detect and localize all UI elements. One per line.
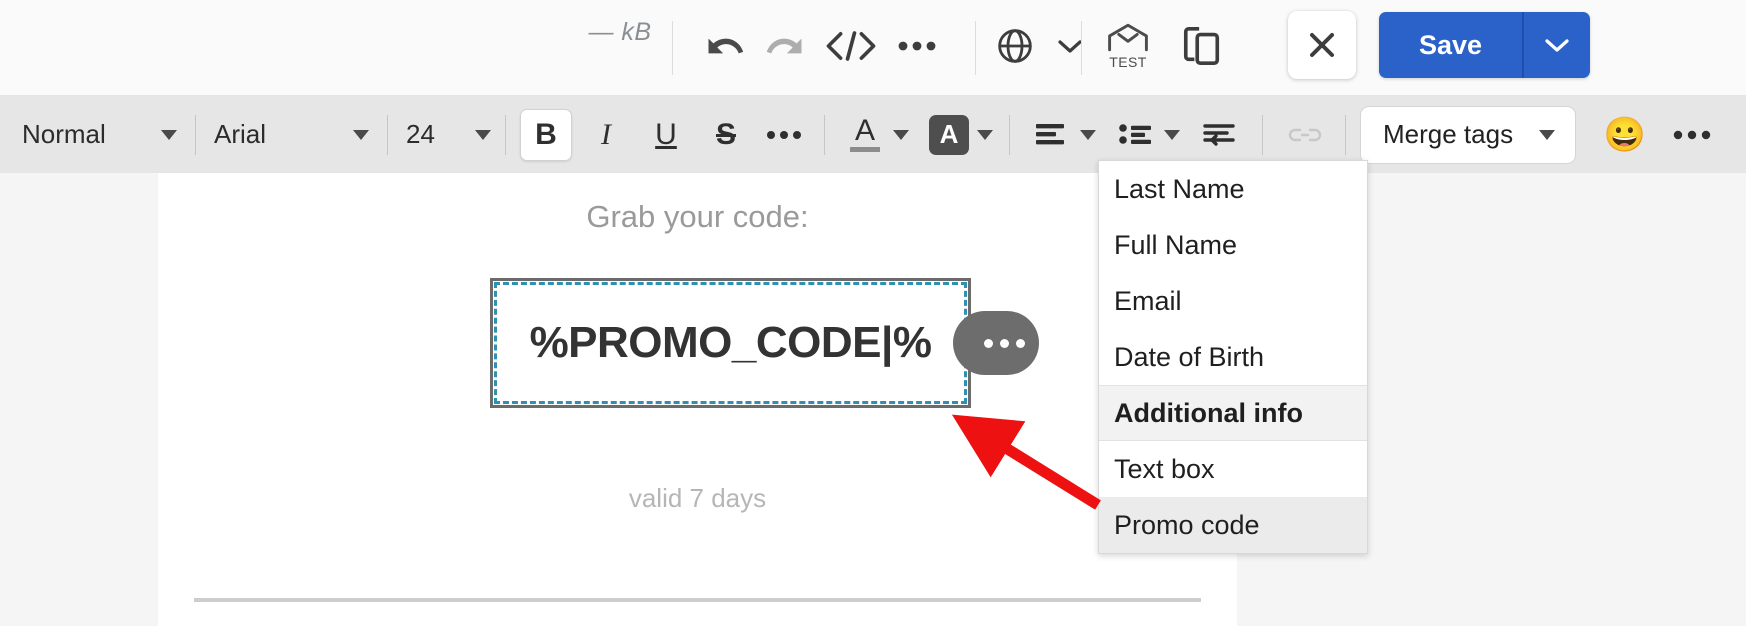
paragraph-style-dropdown[interactable]: Normal bbox=[22, 108, 177, 162]
toolbar-overflow-icon[interactable] bbox=[1666, 109, 1718, 161]
save-button[interactable]: Save bbox=[1379, 12, 1523, 78]
font-family-value: Arial bbox=[214, 119, 267, 149]
email-body-sheet[interactable]: Grab your code: %PROMO_CODE|% valid 7 da… bbox=[158, 173, 1237, 626]
link-icon[interactable] bbox=[1279, 109, 1331, 161]
strikethrough-button[interactable]: S bbox=[700, 109, 752, 161]
test-email-icon[interactable]: TEST bbox=[1095, 14, 1161, 78]
menu-item-full-name[interactable]: Full Name bbox=[1099, 217, 1367, 273]
paragraph-style-value: Normal bbox=[22, 119, 106, 149]
menu-item-email[interactable]: Email bbox=[1099, 273, 1367, 329]
code-icon[interactable] bbox=[815, 16, 887, 76]
merge-tags-dropdown-menu: Last Name Full Name Email Date of Birth … bbox=[1098, 160, 1368, 554]
undo-icon[interactable] bbox=[695, 16, 755, 76]
text-color-label: A bbox=[854, 114, 875, 147]
chevron-down-icon bbox=[353, 129, 369, 140]
font-family-dropdown[interactable]: Arial bbox=[214, 108, 369, 162]
indent-button[interactable] bbox=[1194, 109, 1246, 161]
preview-devices-icon[interactable] bbox=[1172, 16, 1232, 76]
format-divider-1 bbox=[195, 114, 196, 155]
save-button-group: Save bbox=[1379, 12, 1591, 78]
text-color-swatch bbox=[850, 147, 880, 152]
chevron-down-icon bbox=[161, 129, 177, 140]
format-divider-4 bbox=[824, 114, 825, 155]
chevron-down-icon[interactable] bbox=[1164, 129, 1180, 140]
handle-dot bbox=[1000, 338, 1009, 348]
chevron-down-icon bbox=[1539, 129, 1556, 140]
handle-dot bbox=[1016, 338, 1025, 348]
toolbar-divider-2 bbox=[975, 21, 976, 75]
more-options-icon[interactable] bbox=[887, 16, 947, 76]
formatting-toolbar: Normal Arial 24 B I U S A A Merge tags 😀 bbox=[0, 96, 1746, 173]
content-divider bbox=[194, 598, 1201, 602]
chevron-down-icon bbox=[475, 129, 491, 140]
validity-note: valid 7 days bbox=[628, 483, 767, 513]
underline-button[interactable]: U bbox=[640, 109, 692, 161]
font-size-value: 24 bbox=[406, 119, 435, 149]
more-text-options-icon[interactable] bbox=[758, 109, 810, 161]
chevron-down-icon[interactable] bbox=[1047, 16, 1093, 76]
menu-item-text-box[interactable]: Text box bbox=[1099, 441, 1367, 497]
menu-item-date-of-birth[interactable]: Date of Birth bbox=[1099, 329, 1367, 385]
menu-item-last-name[interactable]: Last Name bbox=[1099, 161, 1367, 217]
email-editor-window: — kB TEST Save Normal Arial 24 B I U S A… bbox=[0, 0, 1746, 626]
top-toolbar: — kB TEST Save bbox=[0, 0, 1746, 96]
bold-button[interactable]: B bbox=[520, 108, 572, 161]
emoji-button[interactable]: 😀 bbox=[1598, 108, 1652, 162]
handle-dot bbox=[984, 338, 993, 348]
text-color-button[interactable]: A bbox=[839, 109, 891, 161]
format-divider-5 bbox=[1009, 114, 1010, 155]
merge-tags-button[interactable]: Merge tags bbox=[1360, 105, 1577, 164]
menu-section-additional-info: Additional info bbox=[1099, 385, 1367, 441]
highlight-color-button[interactable]: A bbox=[923, 109, 975, 161]
toolbar-divider-3 bbox=[1081, 21, 1082, 75]
menu-item-promo-code[interactable]: Promo code bbox=[1099, 497, 1367, 553]
promo-code-block[interactable]: %PROMO_CODE|% bbox=[490, 278, 971, 408]
promo-code-text: %PROMO_CODE|% bbox=[529, 318, 932, 367]
chevron-down-icon[interactable] bbox=[1080, 129, 1096, 140]
format-divider-7 bbox=[1345, 114, 1346, 155]
save-dropdown-button[interactable] bbox=[1524, 12, 1591, 78]
file-size-label: — kB bbox=[588, 18, 652, 46]
format-divider-2 bbox=[387, 114, 388, 155]
toolbar-divider-1 bbox=[672, 21, 673, 75]
format-divider-6 bbox=[1262, 114, 1263, 155]
align-button[interactable] bbox=[1026, 109, 1078, 161]
language-globe-icon[interactable] bbox=[985, 16, 1045, 76]
format-divider-3 bbox=[505, 114, 506, 155]
test-email-label: TEST bbox=[1109, 54, 1147, 70]
chevron-down-icon[interactable] bbox=[893, 129, 909, 140]
grab-code-heading: Grab your code: bbox=[586, 199, 809, 234]
redo-icon[interactable] bbox=[755, 16, 815, 76]
chevron-down-icon[interactable] bbox=[977, 129, 993, 140]
block-options-handle[interactable] bbox=[953, 311, 1039, 375]
italic-button[interactable]: I bbox=[580, 109, 632, 161]
highlight-color-label: A bbox=[929, 114, 969, 155]
promo-code-selection-outline: %PROMO_CODE|% bbox=[494, 282, 967, 404]
merge-tags-label: Merge tags bbox=[1383, 119, 1514, 149]
close-button[interactable] bbox=[1288, 11, 1356, 79]
editor-canvas: Grab your code: %PROMO_CODE|% valid 7 da… bbox=[0, 173, 1746, 626]
list-button[interactable] bbox=[1110, 109, 1162, 161]
font-size-dropdown[interactable]: 24 bbox=[406, 108, 491, 162]
